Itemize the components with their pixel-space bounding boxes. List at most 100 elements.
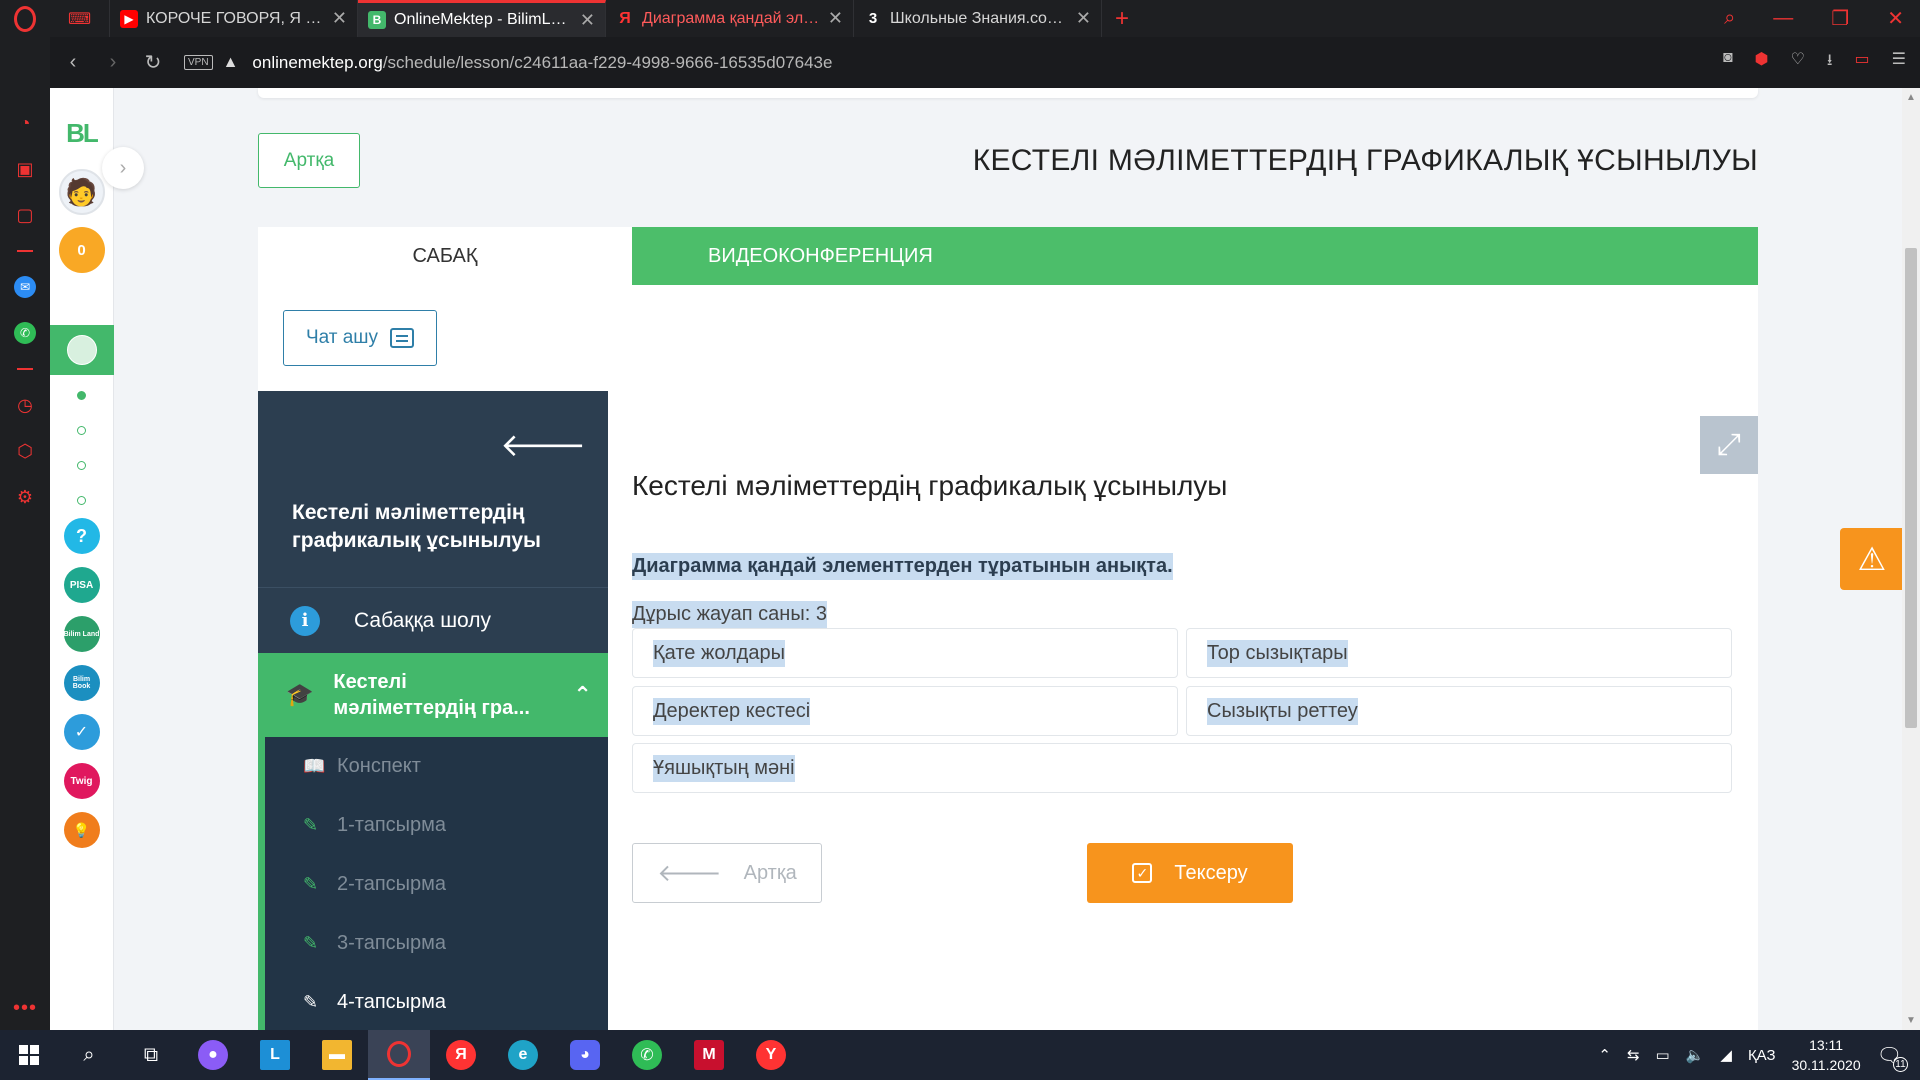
twig-icon[interactable]: Twig — [63, 763, 100, 799]
bag-icon[interactable]: ▣ — [14, 158, 36, 180]
browser-tab[interactable]: ▶ КОРОЧЕ ГОВОРЯ, Я КОПИ ✕ — [110, 0, 358, 37]
scroll-up-icon[interactable]: ▲ — [1906, 92, 1916, 103]
rail-dot[interactable] — [77, 426, 86, 435]
heart-icon[interactable]: ♡ — [1791, 49, 1805, 76]
notification-icon[interactable]: 🗨 11 — [1877, 1043, 1908, 1072]
nav-item-task-1[interactable]: ✎ 1-тапсырма — [265, 796, 608, 855]
new-tab-button[interactable]: + — [1102, 0, 1142, 37]
coin-badge[interactable]: 0 — [58, 227, 105, 273]
taskbar-app[interactable]: ● — [182, 1030, 244, 1080]
fullscreen-button[interactable]: ⤢ — [1700, 416, 1758, 474]
chevron-up-icon[interactable]: ⌃ — [1598, 1046, 1611, 1064]
check-button[interactable]: ✓ Тексеру — [1087, 843, 1293, 903]
taskbar-app-active[interactable] — [368, 1030, 430, 1080]
search-icon[interactable]: ⌕ — [58, 1030, 120, 1080]
page-scrollbar[interactable]: ▲ ▼ — [1902, 88, 1920, 1030]
taskbar-app[interactable]: L — [244, 1030, 306, 1080]
answer-option[interactable]: Тор сызықтары — [1186, 628, 1732, 678]
shield-icon[interactable]: ⬢ — [1755, 49, 1769, 76]
nav-item-konspekt[interactable]: 📖 Конспект — [265, 737, 608, 796]
rail-dot[interactable] — [77, 496, 86, 505]
back-arrow-icon[interactable]: ‹ — [64, 51, 82, 74]
arrow-left-icon[interactable]: 🡐 — [500, 425, 586, 464]
help-icon[interactable]: ? — [63, 518, 100, 554]
battery-icon[interactable]: ▭ — [1855, 49, 1870, 76]
expand-rail-button[interactable]: › — [102, 147, 144, 189]
avatar[interactable]: 🧑 — [58, 169, 105, 215]
more-icon[interactable]: ••• — [13, 997, 37, 1020]
reload-icon[interactable]: ↻ — [144, 50, 162, 75]
scroll-down-icon[interactable]: ▼ — [1906, 1015, 1916, 1026]
bilimland-app-icon[interactable]: Bilim Land — [63, 616, 100, 652]
scroll-thumb[interactable] — [1905, 248, 1917, 728]
speed-dial-icon[interactable]: ◔ — [14, 112, 36, 134]
cube-icon[interactable]: ⬡ — [14, 440, 36, 462]
site-logo[interactable]: BL — [66, 118, 99, 149]
battery-icon[interactable]: ▭ — [1656, 1046, 1670, 1064]
rail-dot[interactable] — [77, 461, 86, 470]
previous-button[interactable]: 🡐 Артқа — [632, 843, 822, 903]
nav-item-task-3[interactable]: ✎ 3-тапсырма — [265, 914, 608, 973]
twitch-icon[interactable]: ▢ — [14, 204, 36, 226]
answer-option[interactable]: Сызықты реттеу — [1186, 686, 1732, 736]
open-chat-button[interactable]: Чат ашу — [283, 310, 437, 366]
network-icon[interactable]: ⇆ — [1627, 1046, 1640, 1064]
close-icon[interactable]: ✕ — [1076, 8, 1091, 29]
minimize-icon[interactable]: — — [1773, 7, 1793, 30]
close-window-icon[interactable]: ✕ — [1887, 6, 1904, 31]
messenger-icon[interactable]: ✉ — [14, 276, 36, 298]
menu-icon[interactable]: ☰ — [1892, 49, 1906, 76]
nav-item-overview[interactable]: i Сабаққа шолу — [258, 587, 608, 653]
window-controls: ⌕ — ❐ ✕ — [1724, 0, 1920, 37]
answer-option[interactable]: Деректер кестесі — [632, 686, 1178, 736]
answer-option[interactable]: Ұяшықтың мәні — [632, 743, 1732, 793]
taskbar-app[interactable]: Y — [740, 1030, 802, 1080]
taskbar-app[interactable]: ✆ — [616, 1030, 678, 1080]
opera-logo-icon[interactable] — [0, 0, 50, 37]
pisa-icon[interactable]: PISA — [63, 567, 100, 603]
nav-item-task-2[interactable]: ✎ 2-тапсырма — [265, 855, 608, 914]
browser-tab[interactable]: Я Диаграмма қандай элеме ✕ — [606, 0, 854, 37]
download-icon[interactable]: ⭳ — [1827, 49, 1833, 76]
rail-dot[interactable] — [77, 391, 86, 400]
nav-section-lesson[interactable]: 🎓 Кестелі мәліметтердің гра... ⌃ — [258, 653, 608, 737]
tab-videoconference[interactable]: ВИДЕОКОНФЕРЕНЦИЯ — [632, 227, 1758, 285]
taskbar-app[interactable]: ◕ — [554, 1030, 616, 1080]
idea-app-icon[interactable]: 💡 — [63, 812, 100, 848]
taskbar-app[interactable]: e — [492, 1030, 554, 1080]
report-problem-button[interactable]: ⚠ — [1840, 528, 1904, 590]
close-icon[interactable]: ✕ — [580, 10, 595, 31]
restore-icon[interactable]: ❐ — [1831, 6, 1849, 31]
browser-tab-youtube[interactable]: ⌨ — [50, 0, 110, 37]
task-view-icon[interactable]: ⧉ — [120, 1030, 182, 1080]
taskbar-app[interactable]: ▬ — [306, 1030, 368, 1080]
gear-icon[interactable]: ⚙ — [14, 486, 36, 508]
search-icon[interactable]: ⌕ — [1724, 7, 1735, 30]
clock[interactable]: 13:11 30.11.2020 — [1792, 1035, 1861, 1075]
chevron-up-icon[interactable]: ⌃ — [573, 682, 591, 708]
taskbar-app[interactable]: Я — [430, 1030, 492, 1080]
close-icon[interactable]: ✕ — [332, 8, 347, 29]
tab-lesson[interactable]: САБАҚ — [258, 227, 632, 285]
browser-tab-active[interactable]: B OnlineMektep - BilimLand ✕ — [358, 0, 606, 37]
taskbar-app[interactable]: M — [678, 1030, 740, 1080]
language-indicator[interactable]: ҚАЗ — [1748, 1047, 1776, 1064]
answer-option[interactable]: Қате жолдары — [632, 628, 1178, 678]
volume-icon[interactable]: 🔈 — [1686, 1046, 1705, 1064]
history-icon[interactable]: ◷ — [14, 394, 36, 416]
warning-icon[interactable]: ▲ — [223, 54, 239, 72]
vpn-badge[interactable]: VPN — [184, 55, 213, 70]
close-icon[interactable]: ✕ — [828, 8, 843, 29]
browser-tab[interactable]: 3 Школьные Знания.com - Р ✕ — [854, 0, 1102, 37]
check-app-icon[interactable]: ✓ — [63, 714, 100, 750]
rail-item-onlinemektep[interactable] — [49, 325, 114, 375]
back-button[interactable]: Артқа — [258, 133, 360, 188]
start-button[interactable] — [0, 1045, 58, 1065]
wifi-icon[interactable]: ◢ — [1720, 1046, 1732, 1064]
nav-item-task-4[interactable]: ✎ 4-тапсырма — [265, 973, 608, 1032]
whatsapp-icon[interactable]: ✆ — [14, 322, 36, 344]
url-field[interactable]: onlinemektep.org/schedule/lesson/c24611a… — [252, 53, 832, 73]
bilimbook-icon[interactable]: Bilim Book — [63, 665, 100, 701]
camera-icon[interactable]: ◙ — [1723, 49, 1733, 76]
forward-arrow-icon[interactable]: › — [104, 51, 122, 74]
